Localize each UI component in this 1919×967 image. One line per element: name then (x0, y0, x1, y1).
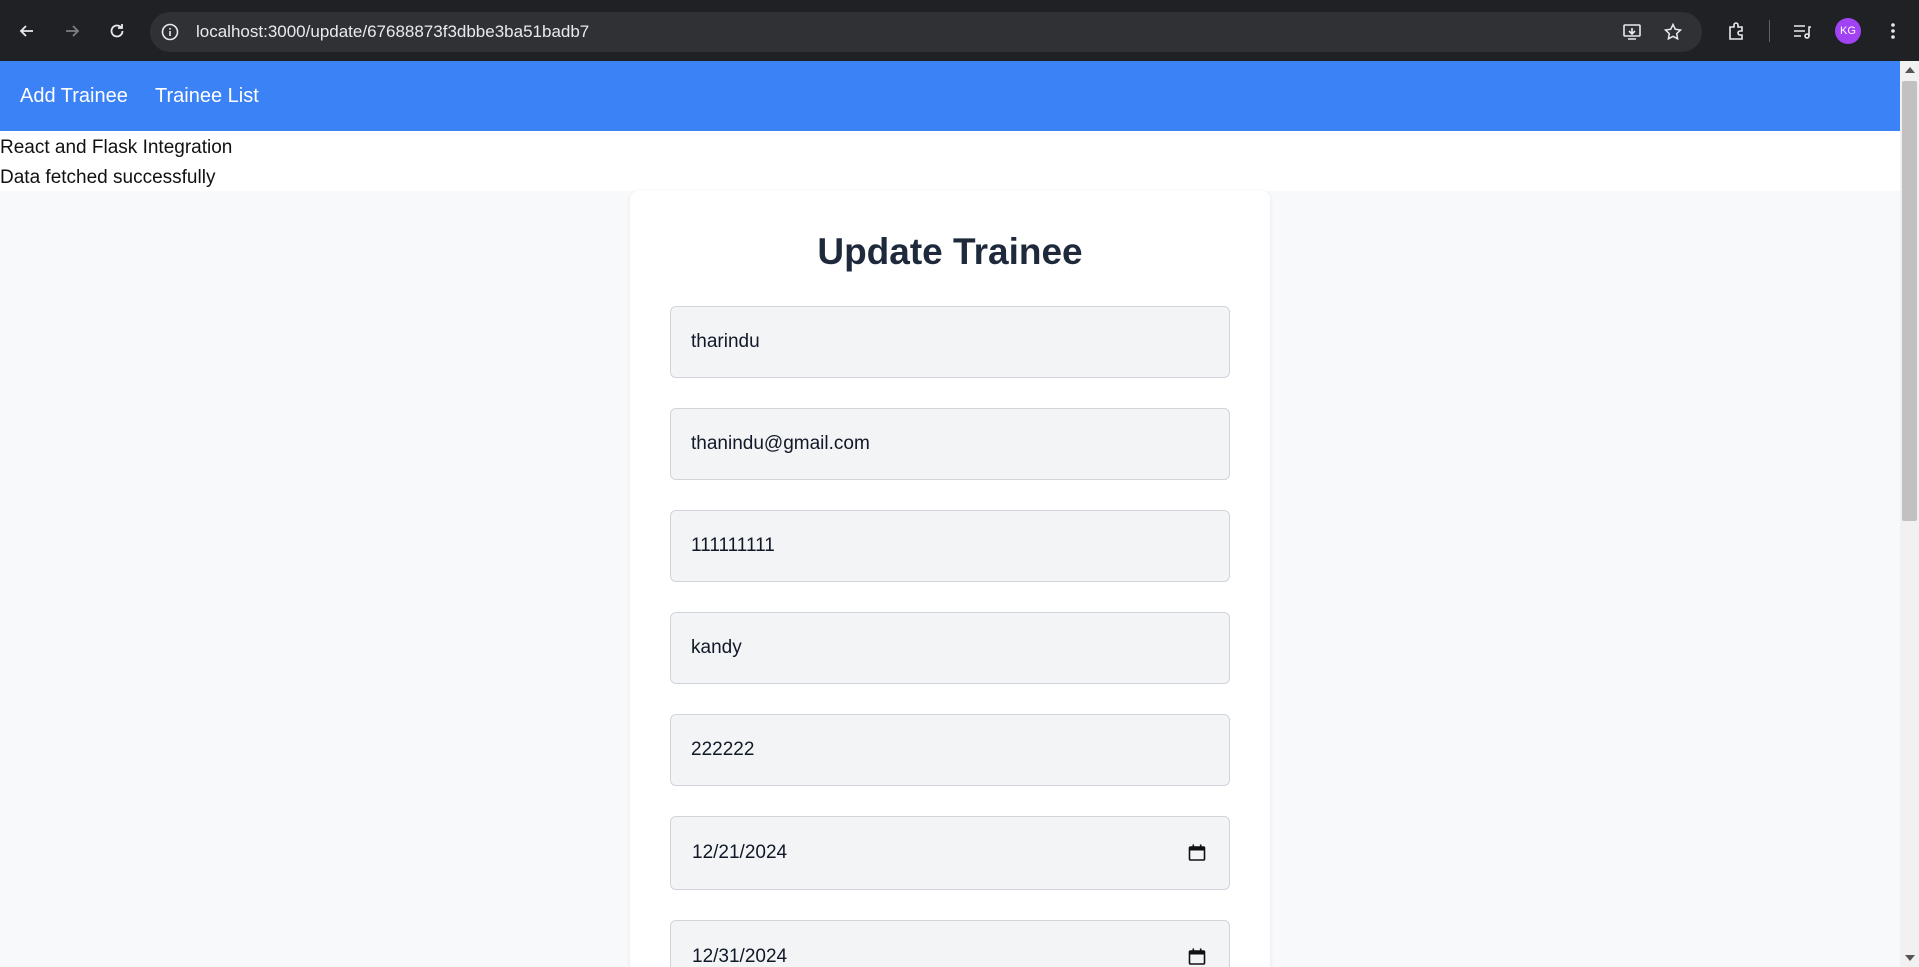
start-date-value[interactable]: 12/21/2024 (692, 817, 787, 889)
profile-avatar[interactable]: KG (1835, 18, 1861, 44)
status-message: Data fetched successfully (0, 167, 216, 188)
toolbar-separator (1769, 20, 1770, 42)
bookmark-star-icon[interactable] (1663, 22, 1683, 42)
extensions-puzzle-icon[interactable] (1726, 20, 1748, 42)
site-info-icon[interactable] (160, 22, 180, 42)
reload-button[interactable] (100, 14, 134, 48)
url-text[interactable]: localhost:3000/update/67688873f3dbbe3ba5… (196, 12, 589, 52)
update-trainee-form: Update Trainee 12/21/2024 12/31/2024 (630, 191, 1270, 967)
scroll-up-arrow-icon[interactable] (1905, 67, 1915, 73)
back-arrow-icon (19, 25, 33, 37)
forward-arrow-icon (66, 25, 80, 37)
reload-icon (110, 24, 124, 38)
form-title: Update Trainee (817, 231, 1083, 272)
browser-toolbar: localhost:3000/update/67688873f3dbbe3ba5… (0, 0, 1919, 61)
top-navbar: Add Trainee Trainee List (0, 61, 1900, 131)
email-input[interactable] (670, 408, 1230, 480)
calendar-icon[interactable] (1187, 947, 1207, 967)
address-bar[interactable]: localhost:3000/update/67688873f3dbbe3ba5… (150, 12, 1702, 52)
page-scrollbar[interactable] (1900, 61, 1919, 967)
start-date-input[interactable]: 12/21/2024 (670, 816, 1230, 890)
back-button[interactable] (10, 14, 44, 48)
more-menu-icon[interactable] (1882, 20, 1904, 42)
name-input[interactable] (670, 306, 1230, 378)
forward-button[interactable] (55, 14, 89, 48)
phone-input[interactable] (670, 510, 1230, 582)
end-date-value[interactable]: 12/31/2024 (692, 921, 787, 967)
status-area: React and Flask Integration Data fetched… (0, 131, 1900, 191)
address-input[interactable] (670, 612, 1230, 684)
install-app-icon[interactable] (1622, 22, 1642, 42)
nav-trainee-list[interactable]: Trainee List (155, 61, 259, 131)
media-queue-icon[interactable] (1791, 20, 1813, 42)
code-input[interactable] (670, 714, 1230, 786)
app-heading: React and Flask Integration (0, 137, 233, 158)
nav-add-trainee[interactable]: Add Trainee (20, 61, 128, 131)
scroll-down-arrow-icon[interactable] (1905, 955, 1915, 961)
calendar-icon[interactable] (1187, 843, 1207, 863)
page-viewport: Add Trainee Trainee List React and Flask… (0, 61, 1900, 967)
end-date-input[interactable]: 12/31/2024 (670, 920, 1230, 967)
scroll-thumb[interactable] (1902, 81, 1917, 521)
